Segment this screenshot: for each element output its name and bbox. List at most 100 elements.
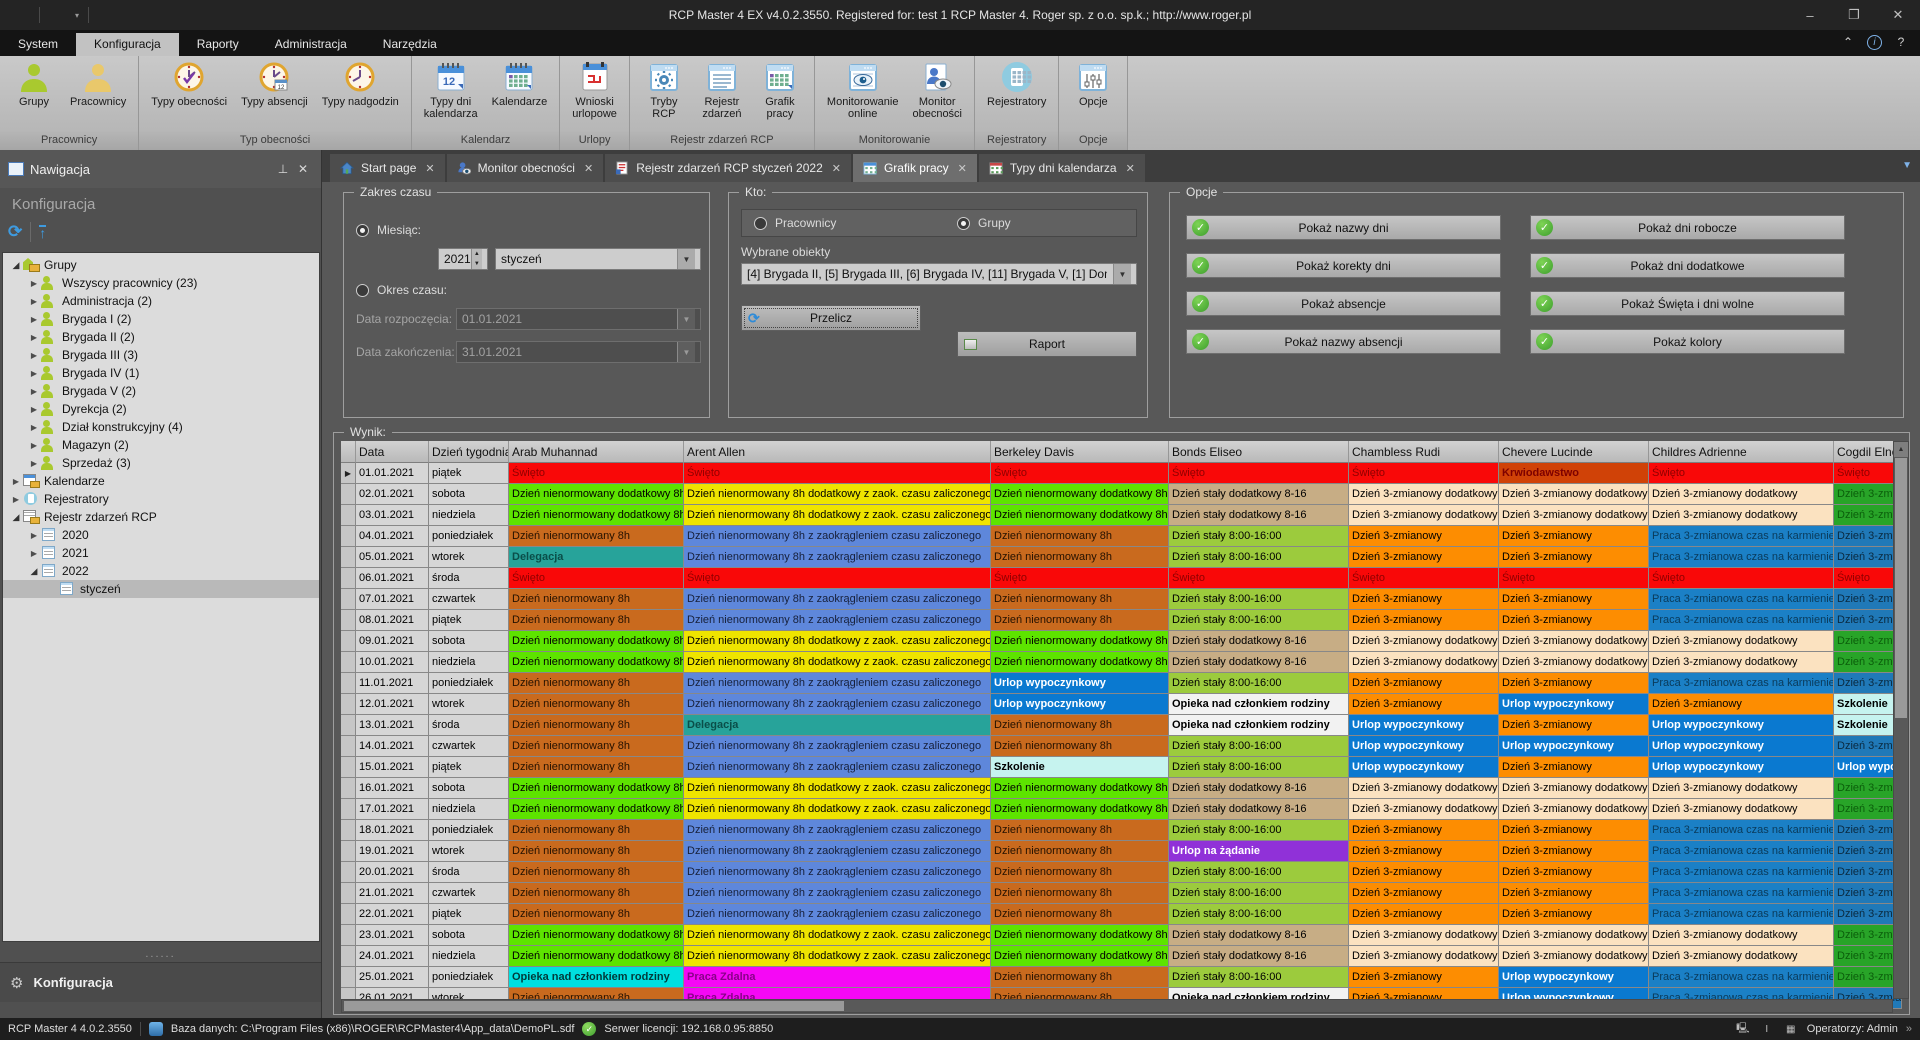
toggle-pokaż-święta-i-dni-wolne[interactable]: ✓Pokaż Święta i dni wolne: [1530, 291, 1845, 316]
cell-day[interactable]: sobota: [429, 778, 509, 799]
cell-day[interactable]: środa: [429, 568, 509, 589]
cell-schedule[interactable]: Dzień nienormowany 8h z zaokrągleniem cz…: [684, 610, 991, 631]
cell-schedule[interactable]: Dzień 3-zmianowy: [1834, 904, 1902, 925]
cell-schedule[interactable]: Dzień nienormowany 8h: [509, 589, 684, 610]
cell-schedule[interactable]: Dzień nienormowany 8h z zaokrągleniem cz…: [684, 862, 991, 883]
cell-schedule[interactable]: Urlop wypoczynkowy: [1649, 715, 1834, 736]
cell-schedule[interactable]: Dzień stały 8:00-16:00: [1169, 820, 1349, 841]
tab-close-icon[interactable]: ✕: [425, 162, 434, 175]
ribbon-button-grafik-pracy[interactable]: Grafik pracy: [751, 59, 809, 121]
collapse-all-icon[interactable]: ↑: [39, 225, 46, 239]
cell-schedule[interactable]: Delegacja: [684, 715, 991, 736]
chevron-more-icon[interactable]: »: [1906, 1023, 1912, 1035]
cell-day[interactable]: niedziela: [429, 799, 509, 820]
cell-schedule[interactable]: Dzień 3-zmianowy: [1834, 673, 1902, 694]
help-icon[interactable]: ?: [1892, 33, 1910, 51]
cell-schedule[interactable]: Dzień 3-zmianowy: [1349, 904, 1499, 925]
cell-date[interactable]: 21.01.2021: [356, 883, 429, 904]
cell-schedule[interactable]: Dzień nienormowany dodatkowy 8h: [509, 799, 684, 820]
row-indicator[interactable]: [341, 589, 356, 610]
cell-schedule[interactable]: Dzień 3-zmianowy dodatkowy: [1349, 631, 1499, 652]
toggle-pokaż-nazwy-dni[interactable]: ✓Pokaż nazwy dni: [1186, 215, 1501, 240]
cell-schedule[interactable]: Dzień 3-zmianowy dodatkowy: [1349, 484, 1499, 505]
cell-schedule[interactable]: Dzień 3-zmianowy dodatkowy: [1499, 925, 1649, 946]
radio-grupy[interactable]: [957, 217, 970, 230]
cell-schedule[interactable]: Dzień nienormowany 8h: [991, 820, 1169, 841]
expander-closed-icon[interactable]: ▶: [9, 495, 23, 504]
home-icon[interactable]: [126, 4, 148, 26]
cell-day[interactable]: sobota: [429, 484, 509, 505]
cell-schedule[interactable]: Dzień stały 8:00-16:00: [1169, 526, 1349, 547]
cell-schedule[interactable]: Opieka nad członkiem rodziny: [509, 967, 684, 988]
cell-schedule[interactable]: Dzień 3-zmianowy dodatkowy: [1834, 505, 1902, 526]
cell-schedule[interactable]: Dzień stały dodatkowy 8-16: [1169, 631, 1349, 652]
ribbon-button-typy-dni-kalendarza[interactable]: 12Typy dni kalendarza: [417, 59, 485, 121]
cell-day[interactable]: wtorek: [429, 547, 509, 568]
radio-pracownicy[interactable]: [754, 217, 767, 230]
cell-schedule[interactable]: Dzień nienormowany 8h z zaokrągleniem cz…: [684, 736, 991, 757]
cell-date[interactable]: 16.01.2021: [356, 778, 429, 799]
row-indicator[interactable]: [341, 505, 356, 526]
expander-open-icon[interactable]: ◢: [27, 566, 41, 577]
cell-schedule[interactable]: Dzień nienormowany 8h: [991, 883, 1169, 904]
cell-schedule[interactable]: Dzień 3-zmianowy dodatkowy: [1349, 505, 1499, 526]
cell-schedule[interactable]: Święto: [1349, 568, 1499, 589]
cell-schedule[interactable]: Dzień 3-zmianowy: [1649, 694, 1834, 715]
cell-schedule[interactable]: Święto: [684, 568, 991, 589]
month-dropdown[interactable]: styczeń ▼: [495, 248, 701, 270]
ribbon-button-typy-obecności[interactable]: Typy obecności: [144, 59, 234, 109]
cell-schedule[interactable]: Dzień 3-zmianowy: [1349, 841, 1499, 862]
cell-schedule[interactable]: Dzień 3-zmianowy dodatkowy: [1649, 925, 1834, 946]
cell-day[interactable]: niedziela: [429, 505, 509, 526]
cell-schedule[interactable]: Dzień 3-zmianowy: [1499, 715, 1649, 736]
cell-schedule[interactable]: Dzień nienormowany dodatkowy 8h: [509, 925, 684, 946]
menu-tab-konfiguracja[interactable]: Konfiguracja: [76, 33, 179, 56]
cell-schedule[interactable]: Dzień 3-zmianowy: [1834, 526, 1902, 547]
expander-closed-icon[interactable]: ▶: [27, 531, 41, 540]
tree-item-sprzedaż-3-[interactable]: ▶Sprzedaż (3): [3, 454, 319, 472]
row-indicator[interactable]: [341, 946, 356, 967]
cell-day[interactable]: środa: [429, 715, 509, 736]
cell-date[interactable]: 01.01.2021: [356, 463, 429, 484]
app-logo-icon[interactable]: [8, 4, 30, 26]
tree-item-styczeń[interactable]: styczeń: [3, 580, 319, 598]
tree-item-2022[interactable]: ◢2022: [3, 562, 319, 580]
spin-up-icon[interactable]: ▲: [472, 249, 482, 259]
cell-day[interactable]: piątek: [429, 904, 509, 925]
horizontal-scrollbar[interactable]: [341, 999, 1893, 1013]
row-indicator[interactable]: [341, 883, 356, 904]
cell-schedule[interactable]: Urlop wypoczynkowy: [1349, 757, 1499, 778]
cell-day[interactable]: sobota: [429, 925, 509, 946]
row-indicator[interactable]: [341, 778, 356, 799]
cell-schedule[interactable]: Praca 3-zmianowa czas na karmienie: [1649, 610, 1834, 631]
cell-schedule[interactable]: Dzień nienormowany 8h: [509, 736, 684, 757]
cell-day[interactable]: poniedziałek: [429, 820, 509, 841]
row-indicator[interactable]: [341, 652, 356, 673]
tree-item-administracja-2-[interactable]: ▶Administracja (2): [3, 292, 319, 310]
cell-day[interactable]: wtorek: [429, 694, 509, 715]
cell-schedule[interactable]: Dzień 3-zmianowy: [1349, 610, 1499, 631]
toggle-pokaż-dni-dodatkowe[interactable]: ✓Pokaż dni dodatkowe: [1530, 253, 1845, 278]
row-indicator[interactable]: [341, 547, 356, 568]
cell-schedule[interactable]: Dzień stały 8:00-16:00: [1169, 883, 1349, 904]
cell-day[interactable]: środa: [429, 862, 509, 883]
expander-closed-icon[interactable]: ▶: [27, 315, 41, 324]
cell-schedule[interactable]: Dzień nienormowany 8h: [509, 757, 684, 778]
cell-schedule[interactable]: Święto: [1649, 568, 1834, 589]
cell-schedule[interactable]: Urlop wypoczynkowy: [991, 673, 1169, 694]
cell-schedule[interactable]: Dzień nienormowany dodatkowy 8h: [509, 652, 684, 673]
cell-schedule[interactable]: Dzień nienormowany dodatkowy 8h: [509, 631, 684, 652]
cell-schedule[interactable]: Opieka nad członkiem rodziny: [1169, 694, 1349, 715]
tree-item-brygada-iv-1-[interactable]: ▶Brygada IV (1): [3, 364, 319, 382]
ribbon-button-grupy[interactable]: Grupy: [5, 59, 63, 109]
column-header-data[interactable]: Data: [356, 441, 429, 463]
cell-schedule[interactable]: Praca Zdalna: [684, 967, 991, 988]
cell-schedule[interactable]: Dzień 3-zmianowy: [1499, 820, 1649, 841]
cell-day[interactable]: niedziela: [429, 946, 509, 967]
cell-schedule[interactable]: Dzień 3-zmianowy: [1834, 883, 1902, 904]
dropdown-arrow-icon[interactable]: ▼: [1113, 264, 1131, 284]
ribbon-button-tryby-rcp[interactable]: Tryby RCP: [635, 59, 693, 121]
navigation-bottom-bar[interactable]: ⚙ Konfiguracja: [0, 962, 321, 1002]
radio-miesiac[interactable]: [356, 224, 369, 237]
cell-schedule[interactable]: Dzień nienormowany 8h z zaokrągleniem cz…: [684, 757, 991, 778]
